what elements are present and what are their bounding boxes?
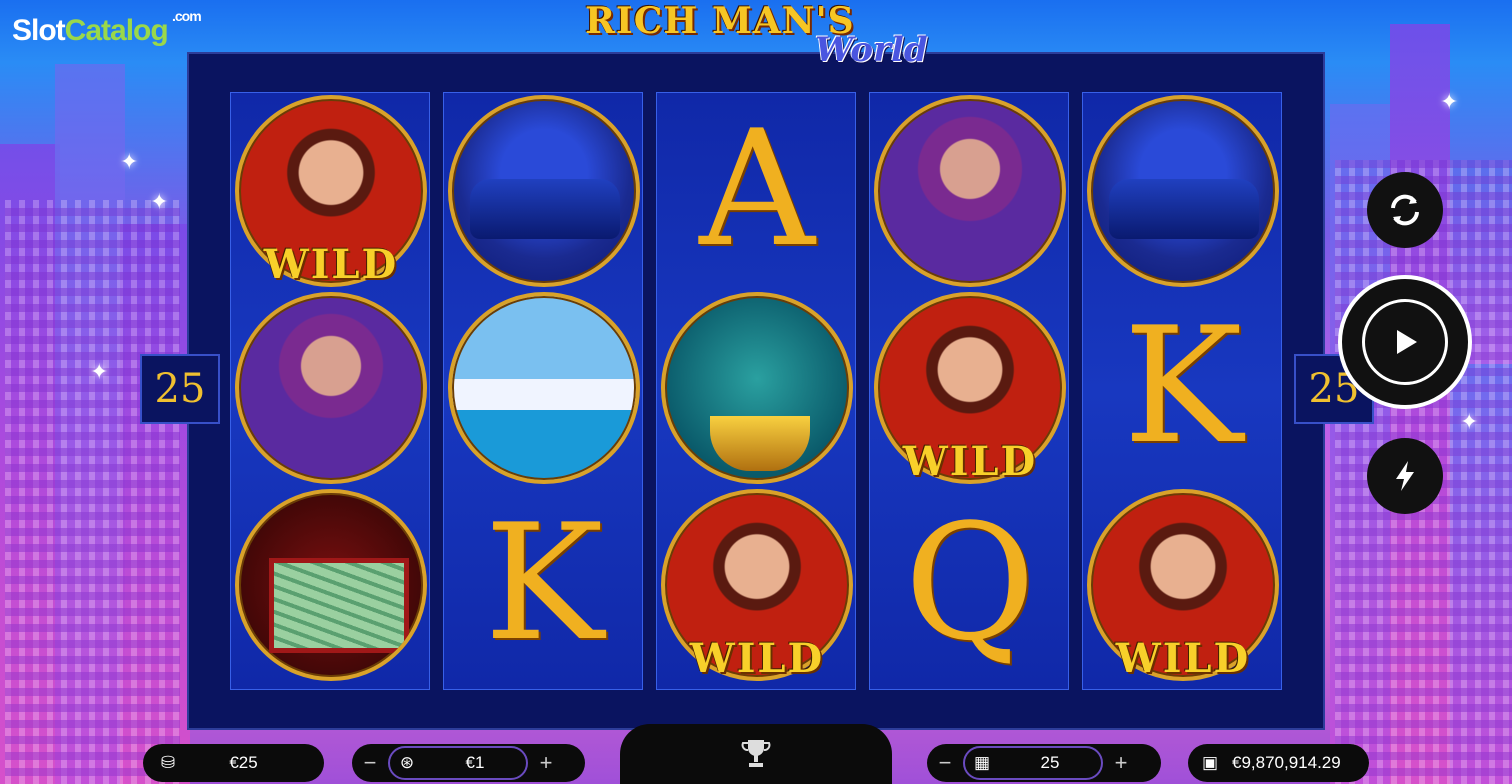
symbol-case — [235, 489, 427, 681]
turbo-button[interactable] — [1367, 438, 1443, 514]
site-logo-part1: Slot — [12, 14, 66, 47]
site-logo-part2: Catalog — [64, 14, 169, 47]
spin-button[interactable] — [1338, 275, 1472, 409]
symbol-letter-k: K — [484, 489, 604, 676]
paytable-button[interactable] — [620, 724, 892, 784]
lines-value: 25 — [1040, 753, 1060, 772]
lines-plus-button[interactable]: + — [1103, 750, 1139, 776]
lightning-icon — [1396, 461, 1414, 491]
balance-display: ▣ €9,870,914.29 — [1188, 744, 1369, 782]
total-bet-value: €25 — [229, 753, 258, 772]
play-icon — [1397, 330, 1417, 354]
game-title-line2: World — [815, 30, 928, 70]
balance-value: €9,870,914.29 — [1232, 753, 1341, 772]
reel-3: A WILD — [656, 92, 856, 690]
lines-selector: − ▦ 25 + — [927, 744, 1161, 782]
site-logo-suffix: .com — [172, 8, 202, 24]
symbol-yacht — [448, 292, 640, 484]
chip-icon: ⊛ — [399, 753, 415, 772]
total-bet-display: ⛁ €25 — [143, 744, 324, 782]
symbol-letter-q: Q — [904, 489, 1036, 676]
symbol-letter-k: K — [1123, 292, 1243, 479]
coins-stack-icon: ⛁ — [160, 753, 176, 772]
coin-plus-button[interactable]: + — [528, 750, 564, 776]
autoplay-icon — [1391, 194, 1419, 226]
symbol-woman — [874, 95, 1066, 287]
symbol-woman — [235, 292, 427, 484]
symbol-car — [448, 95, 640, 287]
coin-value-selector: − ⊛ €1 + — [352, 744, 585, 782]
reel-1: WILD — [230, 92, 430, 690]
game-logo: RICH MAN'S World — [585, 0, 928, 90]
symbol-letter-a: A — [699, 95, 815, 282]
reel-4: WILD Q — [869, 92, 1069, 690]
reel-5: K WILD — [1082, 92, 1282, 690]
coin-value: €1 — [465, 753, 485, 772]
wallet-icon: ▣ — [1201, 753, 1219, 772]
trophy-icon — [741, 740, 771, 767]
lines-grid-icon: ▦ — [973, 753, 991, 772]
wild-label: WILD — [902, 438, 1038, 485]
symbol-champ — [661, 292, 853, 484]
wild-label: WILD — [1115, 635, 1251, 682]
site-logo: SlotCatalog .com — [12, 8, 202, 48]
lines-field: ▦ 25 — [963, 746, 1103, 780]
wild-label: WILD — [689, 635, 825, 682]
wild-label: WILD — [263, 241, 399, 288]
lines-minus-button[interactable]: − — [927, 750, 963, 776]
autoplay-button[interactable] — [1367, 172, 1443, 248]
symbol-car — [1087, 95, 1279, 287]
reel-2: K — [443, 92, 643, 690]
coin-minus-button[interactable]: − — [352, 750, 388, 776]
coin-value-field: ⊛ €1 — [388, 746, 528, 780]
paylines-left: 25 — [140, 354, 220, 424]
